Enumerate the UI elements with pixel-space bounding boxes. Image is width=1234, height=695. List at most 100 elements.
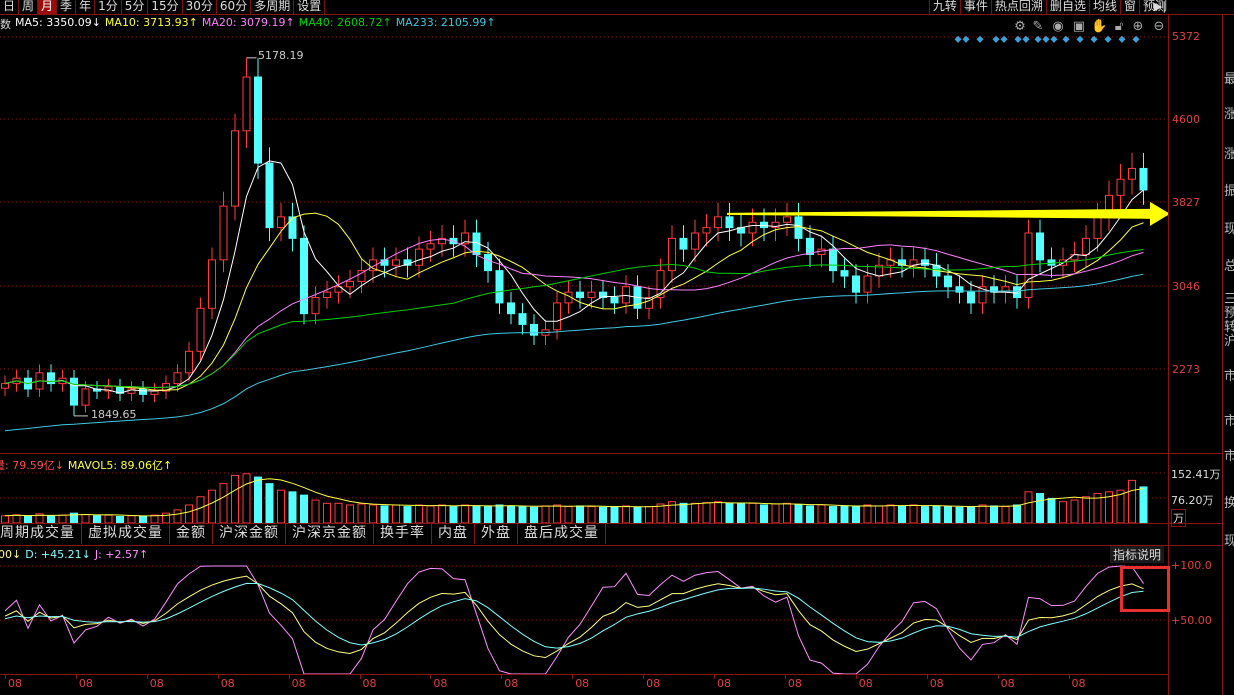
candle-down <box>507 302 515 315</box>
candle-up <box>323 291 331 299</box>
volume-bar <box>277 489 285 524</box>
volume-bar <box>507 505 515 524</box>
volume-bar <box>564 506 573 524</box>
side-panel-divider <box>1222 14 1223 695</box>
date-tick <box>1068 674 1070 679</box>
indicator-tab[interactable]: 外盘 <box>475 524 518 544</box>
candle-up <box>185 350 193 374</box>
volume-bar <box>863 504 872 524</box>
date-tick <box>217 674 219 679</box>
volume-tick: 152.41万 <box>1171 468 1221 481</box>
side-panel-label: 现 <box>1224 222 1234 237</box>
volume-bar <box>541 505 550 524</box>
volume-bar <box>840 505 849 524</box>
volume-bar <box>817 504 826 524</box>
volume-bar <box>93 515 101 524</box>
indicator-help-button[interactable]: 指标说明 <box>1110 546 1165 563</box>
candle-up <box>587 291 596 299</box>
indicator-tab[interactable]: 内盘 <box>432 524 475 544</box>
candle-down <box>610 297 619 304</box>
kdj-legend: 00↓ D: +45.21↓ J: +2.57↑ <box>0 548 148 561</box>
indicator-tab[interactable]: 沪深京金额 <box>286 524 374 544</box>
candle-up <box>668 237 676 272</box>
date-label: 08 <box>717 677 731 690</box>
event-marker-icon <box>1076 35 1084 43</box>
candle-down <box>70 377 78 406</box>
volume-bar <box>1082 496 1090 524</box>
volume-bar <box>794 504 803 524</box>
volume-bar <box>415 504 423 524</box>
panel-divider <box>0 545 1222 546</box>
date-label: 08 <box>220 677 235 690</box>
candle-up <box>415 248 423 266</box>
volume-bar <box>196 496 205 524</box>
candle-down <box>921 259 929 266</box>
candle-down <box>967 291 975 304</box>
side-panel-label: 现 <box>1224 534 1234 549</box>
trend-arrow <box>727 201 1168 226</box>
k-value: 00↓ <box>0 548 22 561</box>
event-marker-icon <box>976 35 984 43</box>
candle-down <box>47 372 55 385</box>
side-panel-label: 涨 <box>1224 147 1234 162</box>
date-tick <box>359 674 361 679</box>
candle-up <box>702 227 711 234</box>
candle-down <box>679 237 688 250</box>
date-label: 08 <box>504 677 519 690</box>
event-marker-icon <box>1104 35 1112 43</box>
candle-up <box>208 259 216 309</box>
date-tick <box>784 674 786 679</box>
candle-down <box>495 270 504 304</box>
volume-bar <box>208 489 216 524</box>
volume-bar <box>955 506 964 524</box>
volume-bar <box>254 476 262 524</box>
volume-bar <box>1128 479 1136 524</box>
side-panel-label: 换 <box>1224 496 1234 511</box>
low-label: 1849.65 <box>91 408 137 421</box>
candle-down <box>840 270 849 277</box>
side-panel-label: 涨 <box>1224 107 1234 122</box>
candle-down <box>139 388 147 395</box>
indicator-tab[interactable]: 沪深金额 <box>213 524 286 544</box>
volume-bar <box>288 491 297 524</box>
candle-down <box>1013 286 1021 299</box>
candle-up <box>81 388 90 406</box>
mavol5-value: MAVOL5: 89.06亿↑ <box>67 459 173 472</box>
indicator-tab[interactable]: 周期成交量 <box>0 524 82 544</box>
volume-bar <box>852 506 860 524</box>
volume-bar <box>484 506 492 524</box>
volume-bar <box>357 503 366 524</box>
volume-bar <box>1013 504 1021 524</box>
kdj-tick: +50.00 <box>1171 614 1212 627</box>
volume-bar <box>323 502 331 524</box>
j-value: J: +2.57↑ <box>94 548 149 561</box>
side-panel-label: 总 <box>1224 259 1234 274</box>
candle-up <box>150 390 159 395</box>
indicator-tab[interactable]: 金额 <box>170 524 213 544</box>
indicator-tab[interactable]: 换手率 <box>374 524 432 544</box>
candle-up <box>1116 178 1125 196</box>
candle-down <box>1139 167 1148 191</box>
date-tick <box>75 674 77 679</box>
volume-bar <box>495 504 504 524</box>
volume-bar <box>1001 506 1010 524</box>
volume-bar <box>58 514 67 524</box>
volume-bar <box>622 505 630 524</box>
volume-bar <box>1139 486 1148 524</box>
volume-bar <box>714 501 722 524</box>
candle-up <box>173 372 182 385</box>
kdj-tick: +100.0 <box>1171 559 1212 572</box>
indicator-tab[interactable]: 虚拟成交量 <box>82 524 170 544</box>
volume-bar <box>346 504 354 524</box>
volume-bar <box>426 505 435 524</box>
indicator-tab[interactable]: 盘后成交量 <box>518 524 606 544</box>
indicator-tabs: 周期成交量 虚拟成交量 金额 沪深金额 沪深京金额 换手率 内盘 外盘 盘后成交量 <box>0 524 606 544</box>
volume-bar <box>898 505 906 524</box>
volume-bar <box>610 506 619 524</box>
volume-bar <box>587 506 596 524</box>
price-tick: 4600 <box>1172 113 1200 126</box>
date-tick <box>501 674 503 679</box>
side-panel-label: 沪 <box>1224 334 1234 349</box>
volume-bar <box>1059 501 1067 524</box>
date-label: 08 <box>575 677 590 690</box>
